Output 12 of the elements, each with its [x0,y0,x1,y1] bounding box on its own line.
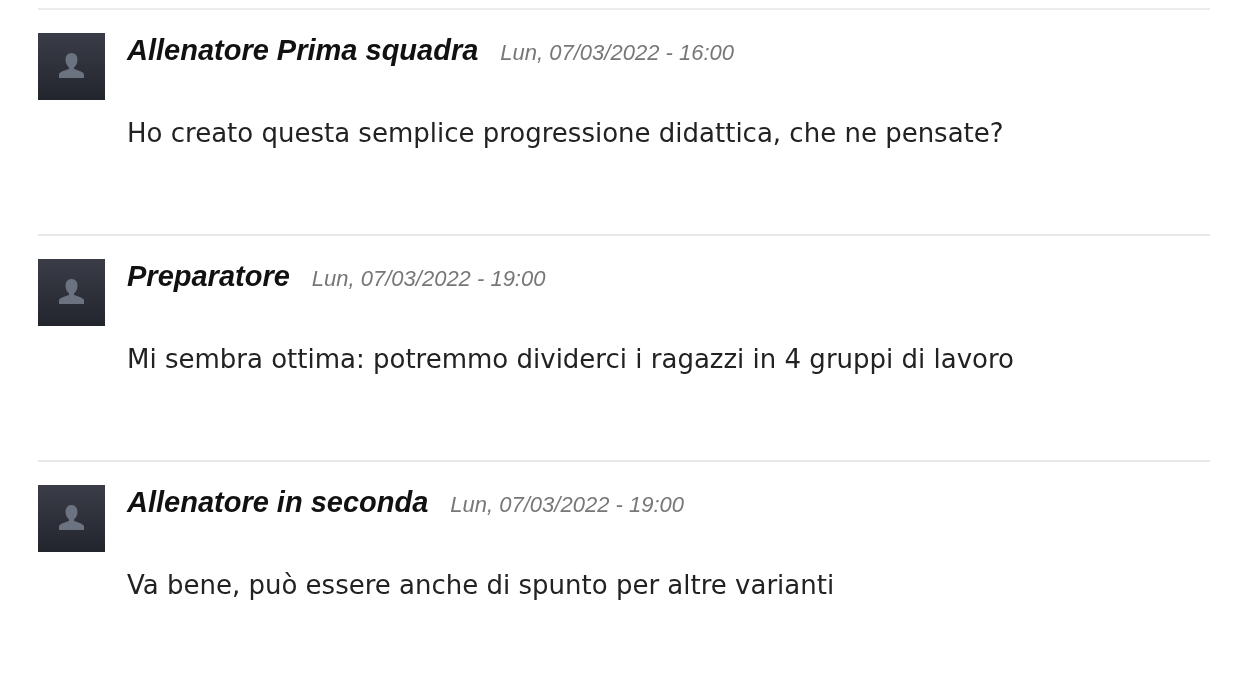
comment-text: Mi sembra ottima: potremmo dividerci i ragazzi in 4 gruppi di lavoro [127,344,1014,374]
comment-text: Va bene, può essere anche di spunto per altre varianti [127,570,835,600]
comment-text: Ho creato questa semplice progressione didattica, che ne pensate? [127,118,1004,148]
author-name: Allenatore in seconda [127,486,429,519]
avatar-icon [38,259,105,326]
author-name: Preparatore [127,260,290,293]
author-name: Allenatore Prima squadra [127,34,479,67]
comment-date: Lun, 07/03/2022 - 19:00 [311,266,546,292]
avatar-icon [38,33,105,100]
avatar-icon [38,485,105,552]
comment-date: Lun, 07/03/2022 - 16:00 [500,40,734,66]
comment-date: Lun, 07/03/2022 - 19:00 [450,492,684,518]
